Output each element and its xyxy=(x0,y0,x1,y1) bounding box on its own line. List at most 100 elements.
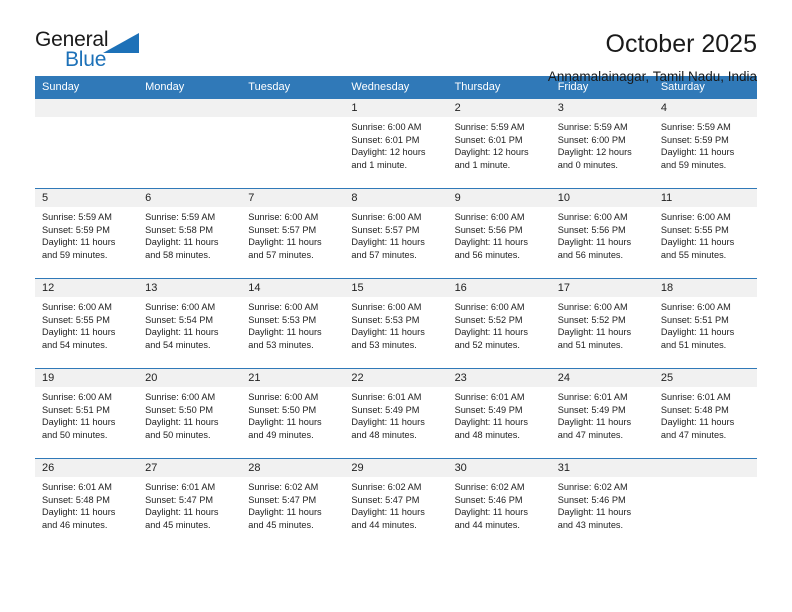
day-sun-info: Sunrise: 6:00 AM Sunset: 5:53 PM Daylight:… xyxy=(344,297,447,351)
calendar-day-cell[interactable]: 14 Sunrise: 6:00 AM Sunset: 5:53 PM Dayligh… xyxy=(241,278,345,369)
day-sun-info-line: and 1 minute. xyxy=(351,159,408,170)
day-number xyxy=(35,99,139,117)
day-number: 13 xyxy=(138,279,242,297)
page-header: General Blue October 2025 Annamalainagar… xyxy=(35,0,757,84)
day-sun-info-line: Sunrise: 6:00 AM xyxy=(351,212,422,222)
weekday-header-wednesday: Wednesday xyxy=(344,76,448,99)
calendar-day-cell[interactable]: 13 Sunrise: 6:00 AM Sunset: 5:54 PM Dayligh… xyxy=(138,278,242,369)
day-sun-info-line: Sunrise: 6:01 AM xyxy=(557,392,628,402)
weekday-header-sunday: Sunday xyxy=(35,76,139,99)
day-sun-info-line: Sunset: 5:47 PM xyxy=(351,494,420,505)
calendar-day-cell[interactable]: 26 Sunrise: 6:01 AM Sunset: 5:48 PM Dayligh… xyxy=(35,458,139,549)
day-sun-info-line: Sunset: 5:55 PM xyxy=(42,314,110,325)
calendar-day-cell[interactable]: 23 Sunrise: 6:01 AM Sunset: 5:49 PM Dayligh… xyxy=(447,368,551,459)
day-sun-info-line: and 45 minutes. xyxy=(248,519,314,530)
day-sun-info-line: Sunset: 5:47 PM xyxy=(145,494,214,505)
day-sun-info-line: Daylight: 11 hours xyxy=(454,237,528,248)
day-sun-info-line: Sunrise: 6:02 AM xyxy=(557,482,628,492)
day-sun-info-line: Sunset: 5:52 PM xyxy=(557,314,626,325)
day-sun-info-line: Sunrise: 6:01 AM xyxy=(145,482,216,492)
day-sun-info-line: Daylight: 11 hours xyxy=(42,237,116,248)
day-sun-info-line: Sunrise: 6:00 AM xyxy=(660,302,731,312)
calendar-day-cell[interactable]: 25 Sunrise: 6:01 AM Sunset: 5:48 PM Dayligh… xyxy=(653,368,757,459)
calendar-day-cell[interactable]: 28 Sunrise: 6:02 AM Sunset: 5:47 PM Dayligh… xyxy=(241,458,345,549)
calendar-day-cell[interactable]: 22 Sunrise: 6:01 AM Sunset: 5:49 PM Dayligh… xyxy=(344,368,448,459)
day-sun-info-line: Sunrise: 6:00 AM xyxy=(557,212,628,222)
calendar-day-cell[interactable]: 21 Sunrise: 6:00 AM Sunset: 5:50 PM Dayligh… xyxy=(241,368,345,459)
day-number: 5 xyxy=(35,189,139,207)
day-number: 22 xyxy=(344,369,448,387)
day-number: 21 xyxy=(241,369,345,387)
day-sun-info-line: Sunset: 5:50 PM xyxy=(145,404,214,415)
calendar-day-cell[interactable]: 24 Sunrise: 6:01 AM Sunset: 5:49 PM Dayligh… xyxy=(550,368,654,459)
calendar-day-cell[interactable]: 15 Sunrise: 6:00 AM Sunset: 5:53 PM Dayligh… xyxy=(344,278,448,369)
day-sun-info: Sunrise: 5:59 AM Sunset: 5:59 PM Daylight:… xyxy=(35,207,138,261)
calendar-day-cell[interactable]: 9 Sunrise: 6:00 AM Sunset: 5:56 PM Daylight… xyxy=(447,188,551,279)
logo-text-blue: Blue xyxy=(65,48,107,71)
calendar-body: 1 Sunrise: 6:00 AM Sunset: 6:01 PM Daylight… xyxy=(35,98,757,549)
day-sun-info-line: Daylight: 11 hours xyxy=(145,327,219,338)
day-sun-info-line: and 57 minutes. xyxy=(248,249,314,260)
day-sun-info-line: Sunset: 6:01 PM xyxy=(454,134,523,145)
calendar-day-cell[interactable]: 30 Sunrise: 6:02 AM Sunset: 5:46 PM Dayligh… xyxy=(447,458,551,549)
calendar-day-cell[interactable]: 19 Sunrise: 6:00 AM Sunset: 5:51 PM Dayligh… xyxy=(35,368,139,459)
calendar-day-cell[interactable]: 11 Sunrise: 6:00 AM Sunset: 5:55 PM Dayligh… xyxy=(653,188,757,279)
day-sun-info-line: and 59 minutes. xyxy=(660,159,727,170)
day-sun-info-line: Sunset: 5:56 PM xyxy=(454,224,523,235)
calendar-day-cell[interactable]: 10 Sunrise: 6:00 AM Sunset: 5:56 PM Dayligh… xyxy=(550,188,654,279)
day-sun-info-line: Sunset: 5:53 PM xyxy=(248,314,317,325)
day-sun-info: Sunrise: 6:01 AM Sunset: 5:49 PM Daylight:… xyxy=(551,387,654,441)
calendar-day-cell[interactable]: 18 Sunrise: 6:00 AM Sunset: 5:51 PM Dayligh… xyxy=(653,278,757,369)
day-sun-info-line: and 48 minutes. xyxy=(454,429,520,440)
calendar-day-cell[interactable]: 7 Sunrise: 6:00 AM Sunset: 5:57 PM Daylight… xyxy=(241,188,345,279)
day-number: 30 xyxy=(447,459,551,477)
day-sun-info-line: Daylight: 11 hours xyxy=(248,417,322,428)
calendar-day-cell[interactable]: 8 Sunrise: 6:00 AM Sunset: 5:57 PM Daylight… xyxy=(344,188,448,279)
day-sun-info-line: and 47 minutes. xyxy=(660,429,727,440)
day-sun-info-line: Sunset: 5:53 PM xyxy=(351,314,420,325)
calendar-day-cell[interactable]: 5 Sunrise: 5:59 AM Sunset: 5:59 PM Daylight… xyxy=(35,188,139,279)
day-sun-info-line: Sunrise: 6:00 AM xyxy=(454,212,525,222)
calendar-day-cell[interactable]: 6 Sunrise: 5:59 AM Sunset: 5:58 PM Daylight… xyxy=(138,188,242,279)
calendar-day-cell[interactable]: 31 Sunrise: 6:02 AM Sunset: 5:46 PM Dayligh… xyxy=(550,458,654,549)
calendar-day-cell[interactable]: 1 Sunrise: 6:00 AM Sunset: 6:01 PM Daylight… xyxy=(344,98,448,189)
day-sun-info: Sunrise: 5:59 AM Sunset: 6:00 PM Daylight:… xyxy=(551,117,654,171)
day-sun-info-line: Sunrise: 6:00 AM xyxy=(248,302,319,312)
day-sun-info: Sunrise: 5:59 AM Sunset: 5:59 PM Daylight:… xyxy=(654,117,757,171)
calendar-page: General Blue October 2025 Annamalainagar… xyxy=(0,0,792,612)
day-sun-info-line: and 44 minutes. xyxy=(454,519,520,530)
day-sun-info-line: Sunrise: 6:00 AM xyxy=(660,212,731,222)
day-number xyxy=(653,459,757,477)
day-sun-info-line: Daylight: 11 hours xyxy=(248,237,322,248)
day-number: 18 xyxy=(653,279,757,297)
calendar-day-cell[interactable]: 16 Sunrise: 6:00 AM Sunset: 5:52 PM Dayligh… xyxy=(447,278,551,369)
calendar-day-cell[interactable]: 3 Sunrise: 5:59 AM Sunset: 6:00 PM Daylight… xyxy=(550,98,654,189)
day-sun-info: Sunrise: 6:01 AM Sunset: 5:48 PM Daylight:… xyxy=(35,477,138,531)
day-number: 17 xyxy=(550,279,654,297)
calendar-day-cell[interactable]: 20 Sunrise: 6:00 AM Sunset: 5:50 PM Dayligh… xyxy=(138,368,242,459)
day-sun-info-line: Sunrise: 6:01 AM xyxy=(660,392,731,402)
day-sun-info: Sunrise: 6:00 AM Sunset: 5:52 PM Daylight:… xyxy=(448,297,551,351)
general-blue-logo[interactable]: General Blue xyxy=(35,28,155,78)
day-number: 23 xyxy=(447,369,551,387)
day-sun-info-line: Daylight: 11 hours xyxy=(351,417,425,428)
day-number: 31 xyxy=(550,459,654,477)
day-number: 27 xyxy=(138,459,242,477)
day-sun-info: Sunrise: 6:00 AM Sunset: 5:51 PM Daylight:… xyxy=(35,387,138,441)
calendar-day-cell-empty xyxy=(241,98,345,189)
calendar-week-row: 5 Sunrise: 5:59 AM Sunset: 5:59 PM Daylight… xyxy=(35,188,757,279)
calendar-day-cell[interactable]: 2 Sunrise: 5:59 AM Sunset: 6:01 PM Daylight… xyxy=(447,98,551,189)
calendar-day-cell[interactable]: 12 Sunrise: 6:00 AM Sunset: 5:55 PM Dayligh… xyxy=(35,278,139,369)
day-sun-info: Sunrise: 6:00 AM Sunset: 5:54 PM Daylight:… xyxy=(138,297,241,351)
day-sun-info-line: and 1 minute. xyxy=(454,159,511,170)
calendar-day-cell[interactable]: 17 Sunrise: 6:00 AM Sunset: 5:52 PM Dayligh… xyxy=(550,278,654,369)
day-sun-info-line: Sunset: 5:59 PM xyxy=(42,224,110,235)
day-sun-info-line: Daylight: 11 hours xyxy=(557,417,632,428)
calendar-day-cell[interactable]: 27 Sunrise: 6:01 AM Sunset: 5:47 PM Dayligh… xyxy=(138,458,242,549)
day-sun-info-line: Sunrise: 6:00 AM xyxy=(145,302,216,312)
triangle-icon xyxy=(103,33,139,58)
day-sun-info-line: and 59 minutes. xyxy=(42,249,108,260)
day-sun-info-line: Daylight: 12 hours xyxy=(351,147,426,158)
calendar-day-cell[interactable]: 4 Sunrise: 5:59 AM Sunset: 5:59 PM Daylight… xyxy=(653,98,757,189)
calendar-day-cell[interactable]: 29 Sunrise: 6:02 AM Sunset: 5:47 PM Dayligh… xyxy=(344,458,448,549)
